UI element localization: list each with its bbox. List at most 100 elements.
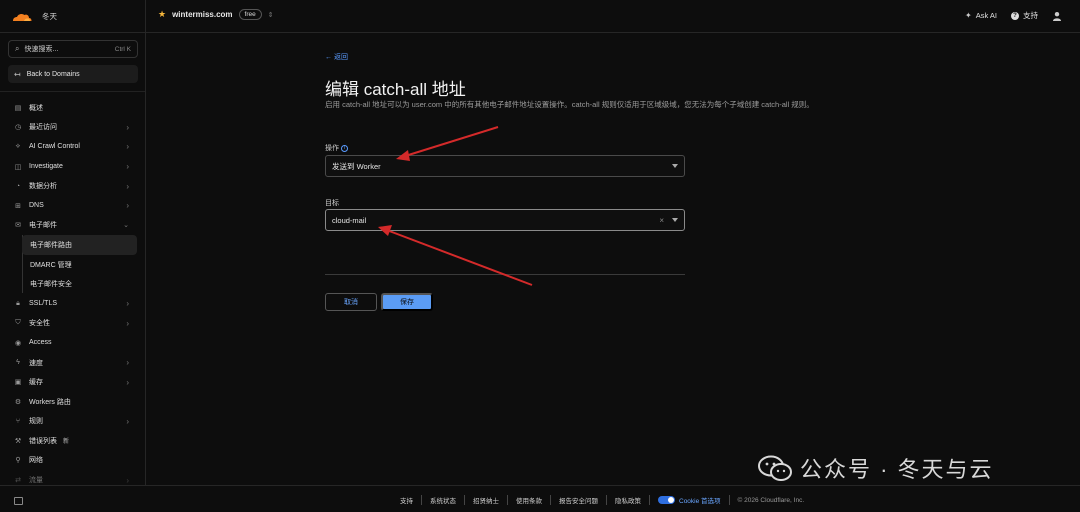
caret-down-icon <box>672 218 678 222</box>
footer-link-terms[interactable]: 使用条款 <box>508 495 551 505</box>
sidebar-item-label: 规则 <box>29 418 43 426</box>
back-to-domains-button[interactable]: ↤ Back to Domains <box>8 65 138 83</box>
back-link[interactable]: ← 返回 <box>325 52 348 62</box>
dns-icon: ⊞ <box>15 202 21 210</box>
sidebar-item-label: Investigate <box>29 163 63 171</box>
cancel-button[interactable]: 取消 <box>325 293 377 311</box>
wrench-icon: ⚒ <box>14 437 22 445</box>
sidebar-item-workers-routes[interactable]: ⚙ Workers 路由 <box>0 392 145 412</box>
bolt-icon: ϟ <box>16 359 20 367</box>
user-icon[interactable] <box>1052 11 1062 21</box>
save-button[interactable]: 保存 <box>381 293 433 311</box>
star-icon[interactable]: ★ <box>158 9 166 20</box>
chevron-updown-icon[interactable]: ⇕ <box>268 11 274 19</box>
sidebar: ⌕ 快速搜索... Ctrl K ↤ Back to Domains ▤ 概述 … <box>0 33 146 485</box>
account-name[interactable]: 冬天 <box>42 11 57 22</box>
sparkle-icon: ✦ <box>965 11 972 20</box>
sidebar-item-error-list[interactable]: ⚒ 错误列表 新 <box>0 431 145 451</box>
sidebar-nav: ▤ 概述 ◷ 最近访问 › ⟡ AI Crawl Control › ◫ Inv… <box>0 98 145 490</box>
shield-icon: ⛉ <box>15 319 21 327</box>
action-label-text: 操作 <box>325 145 339 152</box>
sidebar-item-investigate[interactable]: ◫ Investigate › <box>0 157 145 177</box>
sidebar-item-overview[interactable]: ▤ 概述 <box>0 98 145 118</box>
sidebar-divider <box>0 91 145 92</box>
footer-links: 支持 系统状态 招贤纳士 使用条款 报告安全问题 隐私政策 Cookie 首选项… <box>400 495 804 505</box>
traffic-icon: ⇄ <box>15 477 21 485</box>
sidebar-item-email-security[interactable]: 电子邮件安全 <box>0 274 145 294</box>
sidebar-item-rules[interactable]: ⑂ 规则 › <box>0 412 145 432</box>
page-title: 编辑 catch-all 地址 <box>325 80 466 99</box>
support-button[interactable]: ? 支持 <box>1011 10 1038 21</box>
sidebar-item-label: 错误列表 <box>29 437 57 445</box>
investigate-icon: ◫ <box>14 163 22 171</box>
clock-icon: ◷ <box>14 124 22 132</box>
arrow-left-icon: ↤ <box>14 69 21 79</box>
access-icon: ◉ <box>14 339 22 347</box>
sidebar-item-network[interactable]: ⚲ 网络 <box>0 451 145 471</box>
cookie-preferences[interactable]: Cookie 首选项 <box>650 495 730 505</box>
new-badge: 新 <box>63 439 70 446</box>
sidebar-item-dns[interactable]: ⊞ DNS › <box>0 196 145 216</box>
workers-icon: ⚙ <box>14 398 22 406</box>
chevron-right-icon: › <box>126 122 129 132</box>
cookie-label: Cookie 首选项 <box>679 498 721 505</box>
sidebar-item-label: 网络 <box>29 457 43 465</box>
sidebar-item-label: Workers 路由 <box>29 398 71 406</box>
chevron-right-icon: › <box>126 142 129 152</box>
sidebar-item-label: 电子邮件路由 <box>30 241 72 249</box>
sidebar-item-label: 安全性 <box>29 320 50 328</box>
target-select[interactable]: cloud-mail × <box>325 209 685 231</box>
main-content: ← 返回 编辑 catch-all 地址 启用 catch-all 地址可以为 … <box>146 33 1080 485</box>
chevron-right-icon: › <box>126 162 129 172</box>
sidebar-item-security[interactable]: ⛉ 安全性 › <box>0 314 145 334</box>
sidebar-item-label: DMARC 管理 <box>30 261 72 269</box>
chevron-right-icon: › <box>126 475 129 485</box>
footer-link-status[interactable]: 系统状态 <box>422 495 465 505</box>
sidebar-item-analytics[interactable]: ◔ 数据分析 › <box>0 176 145 196</box>
domain-switcher[interactable]: ★ wintermiss.com free ⇕ <box>158 9 274 20</box>
sidebar-item-recent[interactable]: ◷ 最近访问 › <box>0 118 145 138</box>
ask-ai-button[interactable]: ✦ Ask AI <box>965 11 997 20</box>
footer: 支持 系统状态 招贤纳士 使用条款 报告安全问题 隐私政策 Cookie 首选项… <box>0 485 1080 512</box>
clear-icon[interactable]: × <box>659 216 664 225</box>
watermark: 公众号 · 冬天与云 <box>758 452 994 484</box>
search-placeholder: 快速搜索... <box>24 46 59 53</box>
footer-link-support[interactable]: 支持 <box>400 495 422 505</box>
wechat-icon <box>758 455 792 481</box>
info-icon[interactable]: i <box>341 144 348 152</box>
rules-icon: ⑂ <box>15 417 21 425</box>
back-to-domains-label: Back to Domains <box>26 70 80 78</box>
network-icon: ⚲ <box>15 457 21 465</box>
sidebar-item-email-routing[interactable]: 电子邮件路由 <box>22 235 137 255</box>
sidebar-item-label: 概述 <box>29 104 43 112</box>
watermark-text: 公众号 · 冬天与云 <box>800 457 994 482</box>
sidebar-collapse-icon[interactable] <box>14 497 23 505</box>
cookie-toggle-icon <box>658 496 675 504</box>
sidebar-item-label: 最近访问 <box>29 124 57 132</box>
logo-area: 冬天 <box>0 0 146 33</box>
cloudflare-logo[interactable] <box>10 11 32 23</box>
chevron-right-icon: › <box>126 377 129 387</box>
sidebar-item-ssl-tls[interactable]: 🔒︎ SSL/TLS › <box>0 294 145 314</box>
chevron-right-icon: › <box>126 201 129 211</box>
copyright: © 2026 Cloudflare, Inc. <box>737 496 805 504</box>
footer-link-careers[interactable]: 招贤纳士 <box>465 495 508 505</box>
lock-icon: 🔒︎ <box>16 299 20 307</box>
search-input[interactable]: ⌕ 快速搜索... Ctrl K <box>8 40 138 58</box>
action-select[interactable]: 发送到 Worker <box>325 155 685 177</box>
sidebar-item-dmarc[interactable]: DMARC 管理 <box>0 255 145 275</box>
sidebar-item-label: 缓存 <box>29 379 43 387</box>
footer-link-privacy[interactable]: 隐私政策 <box>607 495 650 505</box>
sidebar-item-access[interactable]: ◉ Access <box>0 333 145 353</box>
action-field-label: 操作 i <box>325 143 348 153</box>
search-icon: ⌕ <box>15 44 20 53</box>
sidebar-item-cache[interactable]: ▣ 缓存 › <box>0 372 145 392</box>
sidebar-item-email[interactable]: ✉ 电子邮件 ⌄ <box>0 216 145 236</box>
sidebar-item-label: 速度 <box>29 359 43 367</box>
ai-icon: ⟡ <box>15 142 21 150</box>
sidebar-item-label: DNS <box>29 202 44 210</box>
footer-link-report-security[interactable]: 报告安全问题 <box>551 495 607 505</box>
sidebar-item-speed[interactable]: ϟ 速度 › <box>0 353 145 373</box>
sidebar-item-ai-crawl-control[interactable]: ⟡ AI Crawl Control › <box>0 137 145 157</box>
email-submenu: 电子邮件路由 DMARC 管理 电子邮件安全 <box>0 235 145 294</box>
